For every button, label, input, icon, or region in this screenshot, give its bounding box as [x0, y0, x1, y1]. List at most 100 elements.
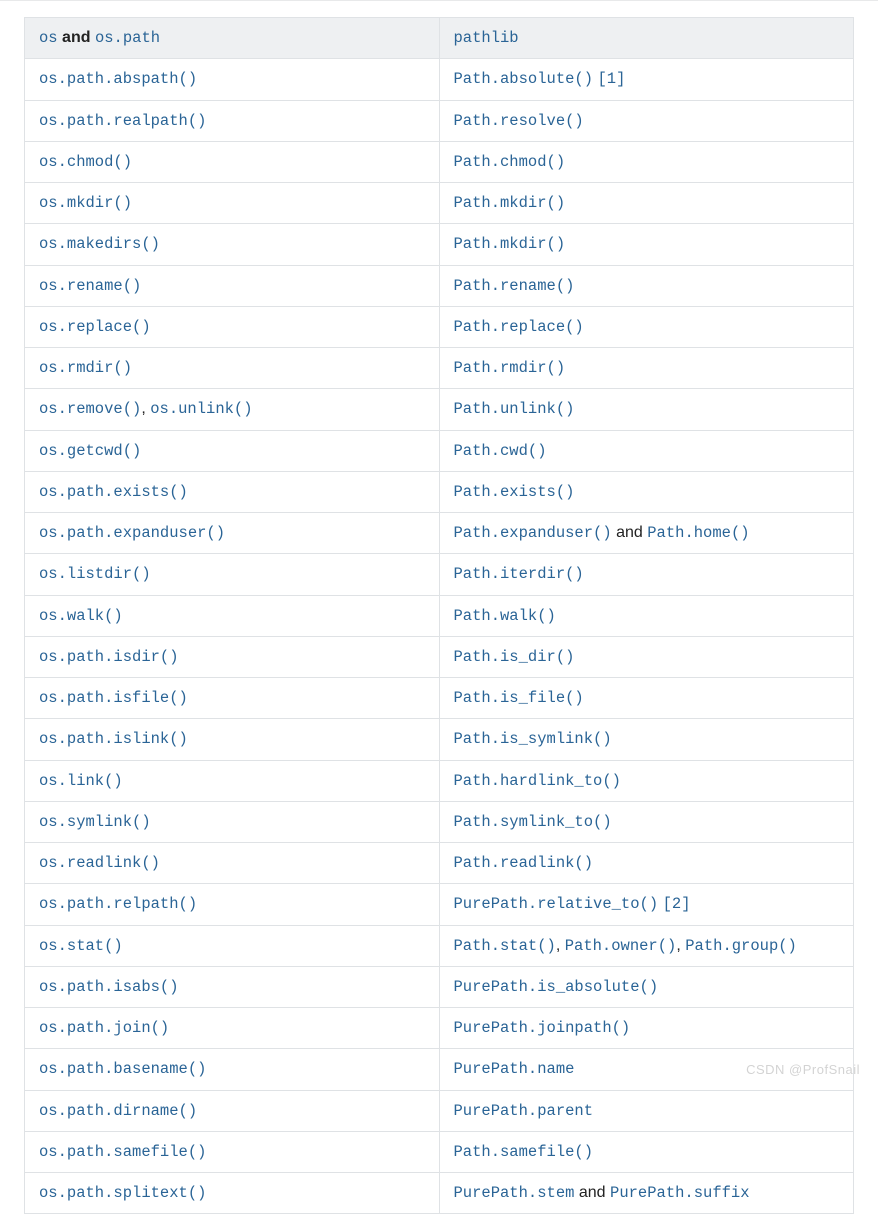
header-pathlib: pathlib: [439, 18, 854, 59]
table-row: os.mkdir() Path.mkdir(): [25, 183, 854, 224]
cell-pathlib: Path.expanduser() and Path.home(): [439, 513, 854, 554]
cell-os: os.path.islink(): [25, 719, 440, 760]
doc-link[interactable]: Path.stat(): [454, 937, 556, 955]
doc-link[interactable]: os.remove(): [39, 400, 141, 418]
doc-link[interactable]: os.path.dirname(): [39, 1102, 197, 1120]
doc-link[interactable]: os.path.islink(): [39, 730, 188, 748]
doc-link[interactable]: os.makedirs(): [39, 235, 160, 253]
text: and: [574, 1184, 610, 1201]
table-row: os.readlink() Path.readlink(): [25, 843, 854, 884]
cell-os: os.path.splitext(): [25, 1173, 440, 1214]
doc-link[interactable]: PurePath.suffix: [610, 1184, 750, 1202]
table-header-row: os and os.path pathlib: [25, 18, 854, 59]
doc-link[interactable]: os.path.isabs(): [39, 978, 179, 996]
doc-link[interactable]: os.path.isfile(): [39, 689, 188, 707]
doc-link[interactable]: os.path: [95, 29, 160, 47]
doc-link[interactable]: os.link(): [39, 772, 123, 790]
doc-link[interactable]: os.replace(): [39, 318, 151, 336]
doc-link[interactable]: os.getcwd(): [39, 442, 141, 460]
doc-link[interactable]: os.path.splitext(): [39, 1184, 206, 1202]
cell-pathlib: PurePath.stem and PurePath.suffix: [439, 1173, 854, 1214]
cell-pathlib: PurePath.parent: [439, 1090, 854, 1131]
doc-link[interactable]: [1]: [597, 70, 625, 88]
table-row: os.path.dirname() PurePath.parent: [25, 1090, 854, 1131]
table-row: os.path.samefile() Path.samefile(): [25, 1131, 854, 1172]
doc-link[interactable]: os.unlink(): [150, 400, 252, 418]
doc-link[interactable]: Path.is_file(): [454, 689, 584, 707]
doc-link[interactable]: os.readlink(): [39, 854, 160, 872]
doc-link[interactable]: Path.symlink_to(): [454, 813, 612, 831]
table-row: os.path.splitext() PurePath.stem and Pure…: [25, 1173, 854, 1214]
doc-link[interactable]: PurePath.is_absolute(): [454, 978, 659, 996]
cell-pathlib: PurePath.joinpath(): [439, 1008, 854, 1049]
table-row: os.makedirs() Path.mkdir(): [25, 224, 854, 265]
doc-link[interactable]: os.path.samefile(): [39, 1143, 206, 1161]
doc-link[interactable]: Path.cwd(): [454, 442, 547, 460]
doc-link[interactable]: os.path.abspath(): [39, 70, 197, 88]
cell-os: os.path.abspath(): [25, 59, 440, 100]
doc-link[interactable]: Path.resolve(): [454, 112, 584, 130]
cell-pathlib: Path.chmod(): [439, 141, 854, 182]
doc-link[interactable]: Path.chmod(): [454, 153, 566, 171]
doc-link[interactable]: os.stat(): [39, 937, 123, 955]
table-row: os.rmdir() Path.rmdir(): [25, 348, 854, 389]
doc-link[interactable]: os.path.isdir(): [39, 648, 179, 666]
doc-link[interactable]: os: [39, 29, 58, 47]
doc-link[interactable]: os.path.exists(): [39, 483, 188, 501]
doc-link[interactable]: os.listdir(): [39, 565, 151, 583]
doc-link[interactable]: os.path.basename(): [39, 1060, 206, 1078]
table-row: os.remove(), os.unlink()Path.unlink(): [25, 389, 854, 430]
doc-link[interactable]: os.chmod(): [39, 153, 132, 171]
table-body: os.path.abspath() Path.absolute() [1] os.p…: [25, 59, 854, 1214]
cell-os: os.path.join(): [25, 1008, 440, 1049]
cell-pathlib: Path.mkdir(): [439, 183, 854, 224]
doc-link[interactable]: pathlib: [454, 29, 519, 47]
doc-link[interactable]: PurePath.name: [454, 1060, 575, 1078]
doc-link[interactable]: Path.owner(): [565, 937, 677, 955]
doc-link[interactable]: Path.absolute(): [454, 70, 594, 88]
doc-link[interactable]: Path.is_symlink(): [454, 730, 612, 748]
doc-link[interactable]: PurePath.relative_to(): [454, 895, 659, 913]
table-row: os.path.realpath() Path.resolve(): [25, 100, 854, 141]
doc-link[interactable]: os.path.relpath(): [39, 895, 197, 913]
doc-link[interactable]: Path.walk(): [454, 607, 556, 625]
doc-link[interactable]: Path.mkdir(): [454, 235, 566, 253]
cell-os: os.path.isabs(): [25, 966, 440, 1007]
doc-link[interactable]: os.mkdir(): [39, 194, 132, 212]
doc-link[interactable]: Path.readlink(): [454, 854, 594, 872]
doc-link[interactable]: Path.group(): [685, 937, 797, 955]
cell-os: os.mkdir(): [25, 183, 440, 224]
doc-link[interactable]: os.path.expanduser(): [39, 524, 225, 542]
doc-link[interactable]: Path.exists(): [454, 483, 575, 501]
doc-link[interactable]: os.symlink(): [39, 813, 151, 831]
doc-link[interactable]: Path.samefile(): [454, 1143, 594, 1161]
cell-pathlib: Path.replace(): [439, 306, 854, 347]
doc-link[interactable]: os.path.realpath(): [39, 112, 206, 130]
doc-link[interactable]: Path.mkdir(): [454, 194, 566, 212]
doc-link[interactable]: Path.is_dir(): [454, 648, 575, 666]
doc-link[interactable]: Path.rename(): [454, 277, 575, 295]
cell-pathlib: PurePath.relative_to() [2]: [439, 884, 854, 925]
table-row: os.path.basename() PurePath.name: [25, 1049, 854, 1090]
doc-link[interactable]: PurePath.stem: [454, 1184, 575, 1202]
cell-pathlib: Path.unlink(): [439, 389, 854, 430]
table-row: os.stat()Path.stat(), Path.owner(), Path…: [25, 925, 854, 966]
doc-link[interactable]: os.rmdir(): [39, 359, 132, 377]
doc-link[interactable]: Path.unlink(): [454, 400, 575, 418]
doc-link[interactable]: [2]: [663, 895, 691, 913]
doc-link[interactable]: os.rename(): [39, 277, 141, 295]
doc-link[interactable]: os.walk(): [39, 607, 123, 625]
cell-pathlib: PurePath.is_absolute(): [439, 966, 854, 1007]
doc-link[interactable]: Path.home(): [647, 524, 749, 542]
doc-link[interactable]: Path.expanduser(): [454, 524, 612, 542]
doc-link[interactable]: Path.rmdir(): [454, 359, 566, 377]
table-row: os.replace() Path.replace(): [25, 306, 854, 347]
doc-link[interactable]: Path.replace(): [454, 318, 584, 336]
cell-pathlib: Path.readlink(): [439, 843, 854, 884]
doc-link[interactable]: os.path.join(): [39, 1019, 169, 1037]
doc-link[interactable]: Path.hardlink_to(): [454, 772, 621, 790]
cell-os: os.walk(): [25, 595, 440, 636]
doc-link[interactable]: Path.iterdir(): [454, 565, 584, 583]
doc-link[interactable]: PurePath.parent: [454, 1102, 594, 1120]
doc-link[interactable]: PurePath.joinpath(): [454, 1019, 631, 1037]
